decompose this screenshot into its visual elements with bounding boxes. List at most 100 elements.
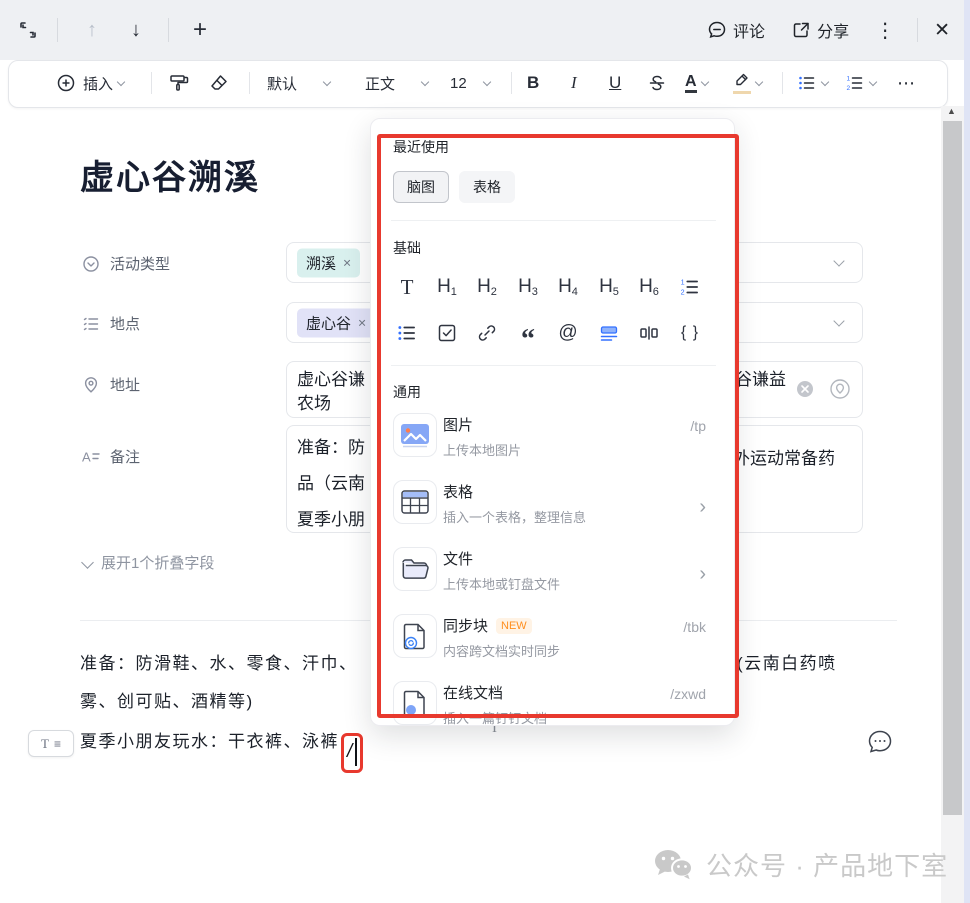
svg-text:1: 1 [681, 278, 685, 286]
toolbar-more-button[interactable]: ⋯ [897, 61, 915, 105]
clear-format-button[interactable] [207, 61, 231, 105]
menu-item-sync-block[interactable]: 同步块NEW 内容跨文档实时同步 /tbk [371, 610, 735, 677]
window-edge [964, 0, 970, 903]
watermark-text: 公众号 · 产品地下室 [706, 846, 948, 883]
insert-dropdown[interactable]: 插入 [56, 61, 125, 105]
svg-text:1: 1 [847, 76, 851, 83]
new-tab-button[interactable]: + [186, 14, 214, 46]
heading-3-button[interactable]: H3 [512, 271, 544, 303]
down-arrow-icon: ↓ [131, 14, 141, 46]
scrollbar-thumb[interactable] [943, 121, 962, 815]
share-button[interactable]: 分享 [791, 18, 849, 42]
tag-xuxingu[interactable]: 虚心谷 × [297, 308, 375, 337]
up-arrow-icon: ↑ [87, 14, 97, 46]
tag-suoxi[interactable]: 溯溪 × [297, 248, 360, 277]
font-color-icon: A [685, 73, 697, 93]
numbered-list-button[interactable]: 12 [674, 271, 706, 303]
field-label-address: 地址 [82, 374, 140, 395]
italic-button[interactable]: I [571, 61, 577, 105]
recent-chip-table[interactable]: 表格 [459, 171, 515, 203]
bullet-list-dropdown[interactable] [797, 61, 829, 105]
tag-close-icon[interactable]: × [358, 315, 366, 331]
h6-icon: H6 [639, 276, 659, 298]
paragraph-style-dropdown[interactable]: 正文 [365, 61, 429, 105]
menu-item-image[interactable]: 图片 上传本地图片 /tp [371, 409, 735, 476]
mention-button[interactable]: @ [552, 317, 584, 349]
remark-text-right: 外运动常备药 [733, 446, 835, 472]
highlight-color-dropdown[interactable] [733, 61, 763, 105]
add-comment-button[interactable] [866, 728, 894, 756]
code-block-button[interactable]: { } [674, 317, 706, 349]
paragraph-prep-left[interactable]: 准备：防滑鞋、水、零食、汗巾、 [80, 650, 358, 678]
heading-6-button[interactable]: H6 [633, 271, 665, 303]
block-handle[interactable]: T ≡ [28, 730, 74, 757]
checkbox-icon [437, 323, 457, 343]
link-button[interactable] [471, 317, 503, 349]
highlight-block-button[interactable] [593, 317, 625, 349]
collapse-label: 展开1个折叠字段 [101, 552, 214, 573]
columns-button[interactable] [633, 317, 665, 349]
font-style-dropdown[interactable]: 默认 [267, 61, 331, 105]
format-painter-button[interactable] [167, 61, 191, 105]
chevron-right-icon: › [699, 496, 706, 519]
titlebar-divider [917, 18, 918, 42]
link-icon [477, 323, 497, 343]
chevron-down-icon [421, 77, 429, 85]
insert-label: 插入 [83, 73, 113, 94]
clear-icon[interactable] [795, 379, 815, 399]
more-vertical-icon: ⋮ [875, 20, 895, 42]
recent-chip-mindmap[interactable]: 脑图 [393, 171, 449, 203]
comment-button[interactable]: 评论 [707, 18, 765, 42]
scrollbar-up-arrow[interactable]: ▲ [947, 106, 956, 116]
nav-down-button[interactable]: ↓ [122, 14, 150, 46]
more-options-button[interactable]: ⋮ [875, 18, 895, 43]
heading-2-button[interactable]: H2 [471, 271, 503, 303]
mention-icon: @ [558, 322, 577, 344]
menu-divider [391, 220, 716, 221]
text-block-button[interactable]: T [391, 271, 423, 303]
folder-icon [393, 547, 437, 591]
todo-checkbox-button[interactable] [431, 317, 463, 349]
heading-5-button[interactable]: H5 [593, 271, 625, 303]
menu-item-shortcut: /zxwd [670, 686, 706, 702]
nav-up-button[interactable]: ↑ [78, 14, 106, 46]
more-horizontal-icon: ⋯ [897, 73, 915, 94]
menu-item-subtitle: 插入一篇钉钉文档 [443, 708, 547, 726]
page-title: 虚心谷溯溪 [80, 150, 260, 199]
font-size-dropdown[interactable]: 12 [450, 61, 491, 105]
quote-button[interactable]: “ [512, 317, 544, 349]
numbered-list-dropdown[interactable]: 1 2 [845, 61, 877, 105]
remark-text-line3: 夏季小朋 [297, 507, 365, 533]
titlebar: ↑ ↓ + 评论 分享 ⋮ ✕ [0, 0, 970, 60]
close-button[interactable]: ✕ [934, 19, 950, 42]
chip-label: 表格 [473, 177, 501, 197]
bullet-list-icon [396, 322, 418, 344]
heading-4-button[interactable]: H4 [552, 271, 584, 303]
underline-button[interactable]: U [609, 61, 621, 105]
paragraph-prep-right[interactable]: (云南白药喷 [737, 650, 837, 678]
paragraph-summer[interactable]: 夏季小朋友玩水：干衣裤、泳裤/ [80, 728, 363, 773]
menu-item-subtitle: 上传本地图片 [443, 440, 521, 459]
expand-window-button[interactable] [16, 14, 40, 46]
underline-label: U [609, 73, 621, 93]
menu-item-table[interactable]: 表格 插入一个表格，整理信息 › [371, 476, 735, 543]
recent-section-label: 最近使用 [393, 137, 449, 157]
toolbar-divider [151, 72, 152, 94]
map-pin-icon[interactable] [829, 378, 851, 400]
tag-close-icon[interactable]: × [343, 255, 351, 271]
expand-collapsed-fields-toggle[interactable]: 展开1个折叠字段 [82, 552, 214, 573]
share-icon [791, 20, 811, 40]
bold-button[interactable]: B [527, 61, 539, 105]
titlebar-divider [168, 18, 169, 42]
sync-block-icon [393, 614, 437, 658]
watermark: 公众号 · 产品地下室 [652, 846, 948, 883]
font-color-dropdown[interactable]: A [685, 61, 709, 105]
menu-item-title: 同步块NEW [443, 615, 532, 636]
paragraph-prep-line2[interactable]: 雾、创可贴、酒精等) [80, 688, 254, 716]
menu-item-online-doc[interactable]: 在线文档 插入一篇钉钉文档 /zxwd [371, 677, 735, 726]
bullet-list-button[interactable] [391, 317, 423, 349]
menu-item-file[interactable]: 文件 上传本地或钉盘文件 › [371, 543, 735, 610]
bold-label: B [527, 73, 539, 93]
heading-1-button[interactable]: H1 [431, 271, 463, 303]
strikethrough-button[interactable] [647, 61, 667, 105]
